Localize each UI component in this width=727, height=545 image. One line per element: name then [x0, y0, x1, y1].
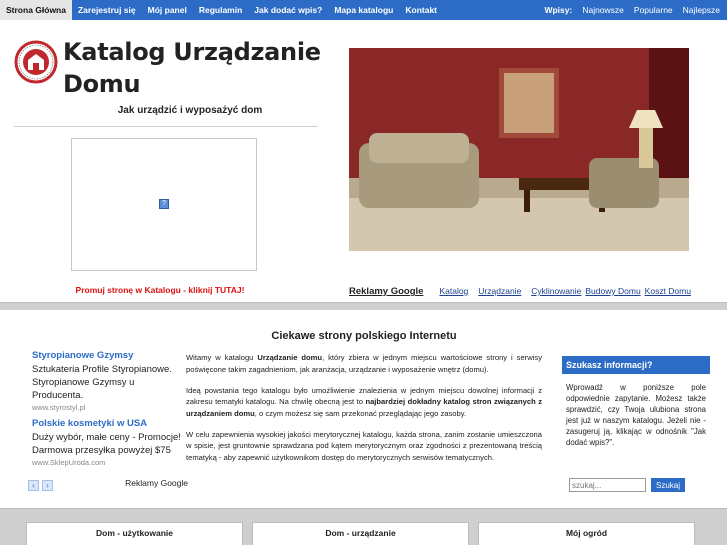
top-navigation-bar: Strona Główna Zarejestruj się Mój panel …	[0, 0, 727, 20]
sponsored-link-item[interactable]: Styropianowe Gzymsy Sztukateria Profile …	[32, 350, 188, 412]
category-box-dom-uzytkowanie[interactable]: Dom - użytkowanie	[26, 522, 243, 545]
sort-newest-link[interactable]: Najnowsze	[577, 0, 629, 20]
site-header: Katalog Urządzanie Domu Jak urządzić i w…	[0, 20, 727, 302]
site-title-line-2: Domu	[63, 70, 141, 98]
category-box-dom-urzadzanie[interactable]: Dom - urządzanie	[252, 522, 469, 545]
category-box-moj-ogrod[interactable]: Mój ogród	[478, 522, 695, 545]
sort-popular-link[interactable]: Popularne	[629, 0, 678, 20]
nav-rules[interactable]: Regulamin	[193, 0, 248, 20]
entries-sort-menu: Wpisy: Najnowsze Popularne Najlepsze	[539, 0, 725, 20]
missing-image-icon: ?	[159, 199, 169, 209]
category-title[interactable]: Dom - urządzanie	[253, 528, 468, 538]
nav-sitemap[interactable]: Mapa katalogu	[328, 0, 399, 20]
ad-link-koszt-domu[interactable]: Koszt Domu	[645, 286, 691, 296]
sponsored-link-title[interactable]: Polskie kosmetyki w USA	[32, 418, 188, 429]
sponsored-links-footer: ‹ › Reklamy Google	[28, 478, 188, 492]
nav-home[interactable]: Strona Główna	[0, 0, 72, 20]
sort-best-link[interactable]: Najlepsze	[678, 0, 725, 20]
search-box-heading: Szukasz informacji?	[562, 356, 710, 374]
nav-how-to-add[interactable]: Jak dodać wpis?	[248, 0, 328, 20]
next-ad-arrow-icon[interactable]: ›	[42, 480, 53, 491]
search-info-box: Szukasz informacji? Wprowadź w poniższe …	[562, 356, 710, 448]
entries-label: Wpisy:	[544, 5, 573, 15]
ad-link-urzadzanie[interactable]: Urządzanie	[478, 286, 521, 296]
ad-link-budowy-domu[interactable]: Budowy Domu	[585, 286, 640, 296]
section-title: Ciekawe strony polskiego Internetu	[271, 330, 457, 342]
search-button[interactable]: Szukaj	[651, 478, 686, 492]
google-ads-heading[interactable]: Reklamy Google	[349, 286, 423, 297]
google-ads-label-text: Reklamy Google	[125, 478, 188, 488]
site-title-line-1: Katalog Urządzanie	[63, 38, 321, 66]
sponsored-link-url[interactable]: www.SklepUroda.com	[32, 458, 188, 467]
category-strip: Dom - użytkowanie Dom - urządzanie Mój o…	[0, 508, 727, 545]
main-menu: Strona Główna Zarejestruj się Mój panel …	[0, 0, 443, 20]
category-title[interactable]: Dom - użytkowanie	[27, 528, 242, 538]
intro-text: Witamy w katalogu Urządzanie domu, który…	[186, 352, 542, 473]
site-title[interactable]: Katalog Urządzanie Domu	[63, 36, 323, 100]
intro-text-part: Witamy w katalogu	[186, 353, 258, 362]
sponsored-link-text: Sztukateria Profile Styropianowe. Styrop…	[32, 364, 172, 401]
nav-register[interactable]: Zarejestruj się	[72, 0, 142, 20]
living-room-photo	[349, 48, 689, 251]
section-separator	[0, 302, 727, 310]
site-logo-icon[interactable]	[14, 40, 58, 84]
previous-ad-arrow-icon[interactable]: ‹	[28, 480, 39, 491]
intro-text-part: W celu zapewnienia wysokiej jakości mery…	[186, 429, 542, 462]
site-subtitle: Jak urządzić i wyposażyć dom	[117, 105, 263, 116]
intro-text-emphasis: Urządzanie domu	[257, 353, 323, 362]
intro-paragraph-3: W celu zapewnienia wysokiej jakości mery…	[186, 429, 542, 464]
search-box-description: Wprowadź w poniższe pole odpowiednie zap…	[566, 383, 706, 447]
intro-text-part: , o czym możesz się sam przekonać przegl…	[254, 408, 467, 418]
sponsored-link-text: Duży wybór, małe ceny - Promocje! Darmow…	[32, 432, 181, 456]
ad-banner-placeholder[interactable]: ?	[71, 138, 257, 271]
header-divider	[14, 126, 318, 127]
intro-paragraph-1: Witamy w katalogu Urządzanie domu, który…	[186, 352, 542, 375]
promo-link[interactable]: Promuj stronę w Katalogu - kliknij TUTAJ…	[40, 285, 280, 295]
ad-link-katalog[interactable]: Katalog	[439, 286, 468, 296]
search-form: Szukaj	[569, 478, 686, 492]
search-input[interactable]	[569, 478, 646, 492]
sponsored-link-title[interactable]: Styropianowe Gzymsy	[32, 350, 188, 361]
nav-my-panel[interactable]: Mój panel	[142, 0, 193, 20]
intro-paragraph-2: Ideą powstania tego katalogu było umożli…	[186, 385, 542, 420]
google-ad-links: Reklamy Google Katalog Urządzanie Cyklin…	[349, 286, 701, 297]
category-title[interactable]: Mój ogród	[479, 528, 694, 538]
nav-contact[interactable]: Kontakt	[399, 0, 443, 20]
sponsored-link-url[interactable]: www.styrostyl.pl	[32, 403, 188, 412]
google-ads-label[interactable]: Reklamy Google	[125, 478, 188, 488]
ad-link-cyklinowanie[interactable]: Cyklinowanie	[531, 286, 581, 296]
sponsored-links: Styropianowe Gzymsy Sztukateria Profile …	[32, 350, 188, 473]
sponsored-link-item[interactable]: Polskie kosmetyki w USA Duży wybór, małe…	[32, 418, 188, 467]
